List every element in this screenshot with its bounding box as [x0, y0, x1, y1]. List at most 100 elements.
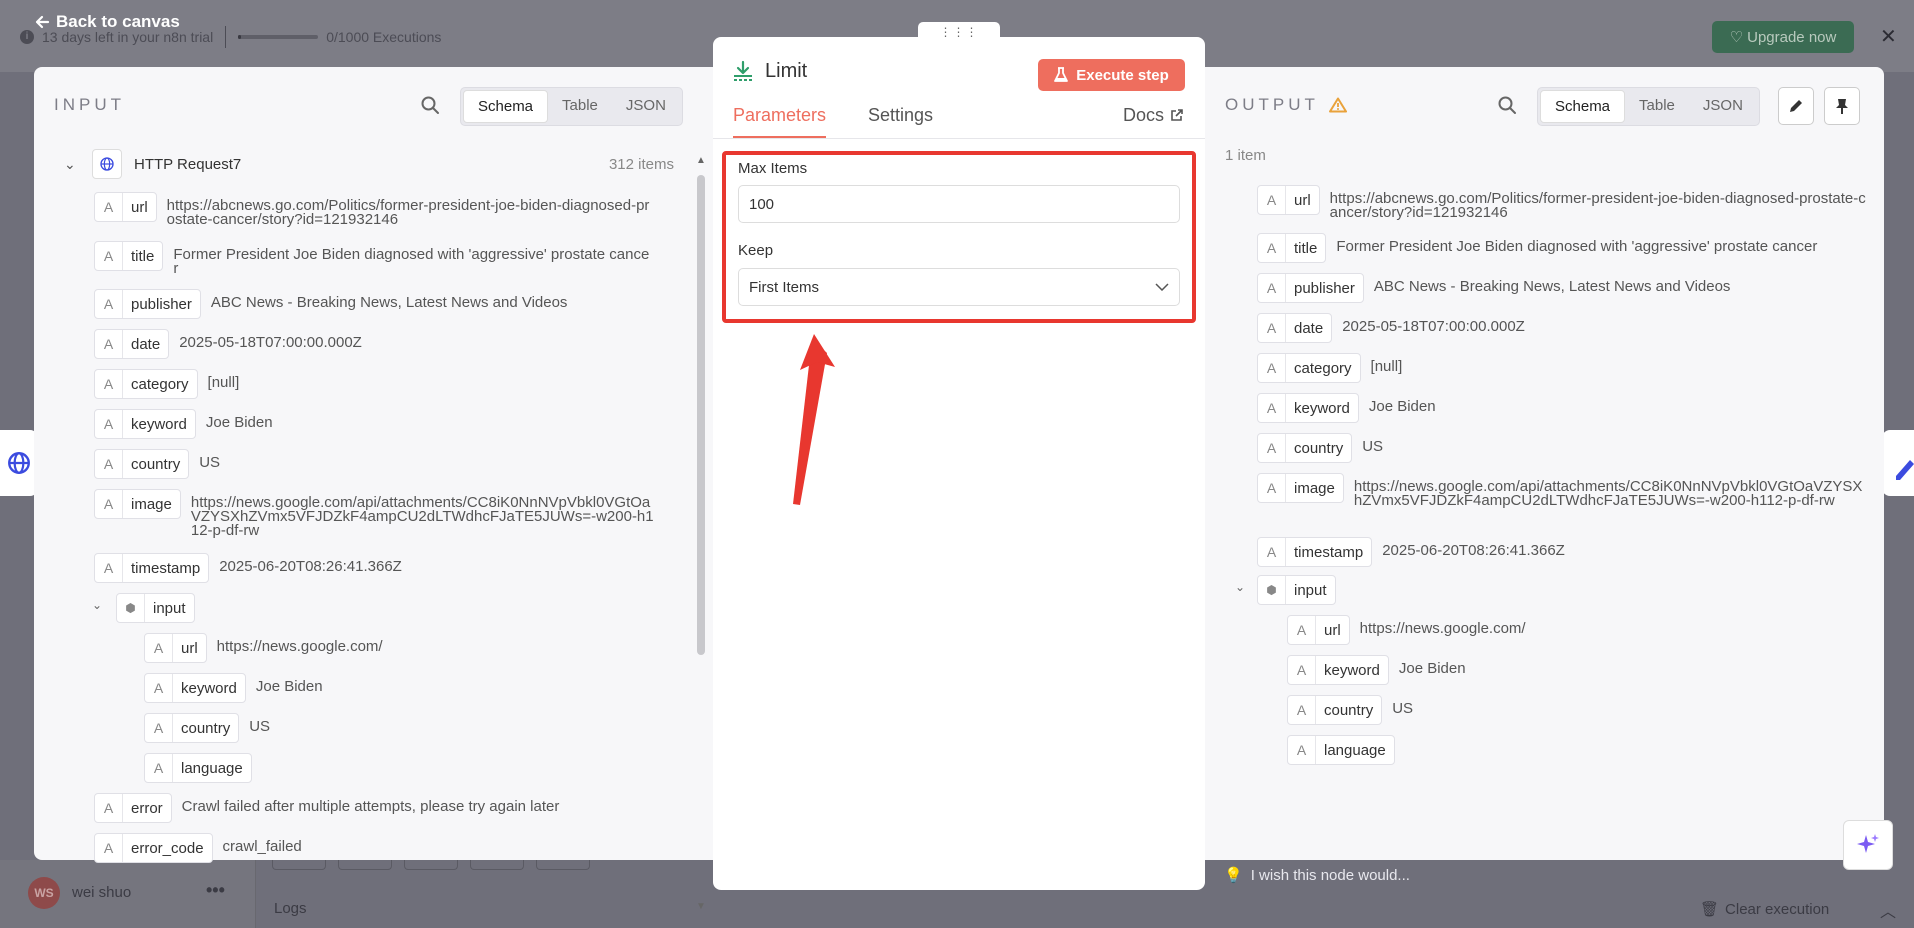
close-icon[interactable]: ✕ — [1880, 24, 1897, 49]
field-pill[interactable]: Adate — [94, 329, 170, 359]
schema-row[interactable]: Akeyword Joe Biden — [94, 409, 654, 439]
output-item-count: 1 item — [1225, 147, 1266, 164]
schema-row[interactable]: Apublisher ABC News - Breaking News, Lat… — [1257, 273, 1867, 303]
field-pill[interactable]: Akeyword — [1257, 393, 1359, 423]
schema-row[interactable]: Atitle Former President Joe Biden diagno… — [94, 241, 654, 276]
field-pill[interactable]: Acountry — [1257, 433, 1353, 463]
schema-row[interactable]: Akeyword Joe Biden — [1287, 655, 1867, 685]
feedback-link[interactable]: 💡 I wish this node would... — [1224, 866, 1410, 885]
schema-row[interactable]: Atimestamp 2025-06-20T08:26:41.366Z — [94, 553, 654, 583]
schema-row[interactable]: Aurl https://abcnews.go.com/Politics/for… — [94, 192, 654, 227]
schema-row[interactable]: Aimage https://news.google.com/api/attac… — [1257, 473, 1867, 508]
back-to-canvas-label: Back to canvas — [56, 12, 180, 31]
back-to-canvas-link[interactable]: Back to canvas — [34, 12, 180, 32]
field-pill[interactable]: Aurl — [1257, 185, 1320, 215]
field-pill[interactable]: Acountry — [144, 713, 240, 743]
field-pill[interactable]: Aurl — [1287, 615, 1350, 645]
field-pill[interactable]: Atitle — [94, 241, 164, 271]
pin-data-button[interactable] — [1824, 87, 1860, 125]
tab-json[interactable]: JSON — [612, 90, 680, 123]
field-pill[interactable]: ⬢ input — [116, 593, 195, 623]
upgrade-button[interactable]: ♡ Upgrade now — [1712, 21, 1854, 53]
edit-output-button[interactable] — [1778, 87, 1814, 125]
schema-row[interactable]: Acategory [null] — [1257, 353, 1867, 383]
schema-row[interactable]: Akeyword Joe Biden — [144, 673, 644, 703]
field-pill[interactable]: Apublisher — [94, 289, 201, 319]
scroll-down-icon[interactable]: ▼ — [695, 901, 707, 912]
input-view-tabs: Schema Table JSON — [460, 87, 683, 126]
field-pill[interactable]: Atimestamp — [1257, 537, 1373, 567]
more-options-icon[interactable]: ••• — [206, 880, 225, 901]
chevron-down-icon[interactable]: ⌄ — [1235, 580, 1245, 594]
field-pill[interactable]: Acountry — [1287, 695, 1383, 725]
field-pill[interactable]: ⬢ input — [1257, 575, 1336, 605]
string-type-icon: A — [95, 410, 123, 438]
tab-table[interactable]: Table — [1625, 90, 1689, 123]
schema-row[interactable]: Acountry US — [1287, 695, 1867, 725]
schema-row[interactable]: Adate 2025-05-18T07:00:00.000Z — [94, 329, 654, 359]
field-pill[interactable]: Apublisher — [1257, 273, 1364, 303]
scrollbar-thumb[interactable] — [697, 175, 705, 655]
schema-row[interactable]: Aimage https://news.google.com/api/attac… — [94, 489, 654, 538]
field-value: US — [199, 454, 221, 471]
search-icon[interactable] — [1497, 95, 1517, 115]
tab-table[interactable]: Table — [548, 90, 612, 123]
object-type-icon: ⬢ — [117, 594, 145, 622]
schema-row[interactable]: Aurl https://news.google.com/ — [144, 633, 644, 663]
string-type-icon: A — [95, 290, 123, 318]
field-pill[interactable]: Aimage — [94, 489, 181, 519]
tab-json[interactable]: JSON — [1689, 90, 1757, 123]
input-scrollbar[interactable]: ▲ ▼ — [695, 155, 707, 912]
field-pill[interactable]: Akeyword — [94, 409, 196, 439]
schema-row[interactable]: Acountry US — [1257, 433, 1867, 463]
tab-schema[interactable]: Schema — [1540, 90, 1626, 123]
field-pill[interactable]: Adate — [1257, 313, 1333, 343]
schema-row[interactable]: Atitle Former President Joe Biden diagno… — [1257, 233, 1867, 263]
separator — [225, 26, 227, 48]
field-pill[interactable]: Atitle — [1257, 233, 1327, 263]
schema-row[interactable]: Akeyword Joe Biden — [1257, 393, 1867, 423]
schema-row[interactable]: Aurl https://news.google.com/ — [1287, 615, 1867, 645]
left-node-globe-icon[interactable] — [0, 430, 38, 496]
schema-row[interactable]: Acountry US — [144, 713, 644, 743]
schema-row[interactable]: Aerror Crawl failed after multiple attem… — [94, 793, 654, 823]
chevron-down-icon[interactable]: ⌄ — [92, 598, 102, 612]
ai-assistant-button[interactable] — [1843, 820, 1893, 870]
search-icon[interactable] — [420, 95, 440, 115]
schema-row[interactable]: Aerror_code crawl_failed — [94, 833, 654, 863]
clear-execution-button[interactable]: 🗑 Clear execution — [1700, 900, 1829, 919]
chevron-up-icon[interactable]: ︿ — [1880, 898, 1896, 922]
field-pill[interactable]: Akeyword — [144, 673, 246, 703]
schema-row[interactable]: Acountry US — [94, 449, 654, 479]
input-node-header[interactable]: ⌄ HTTP Request7 312 items — [64, 148, 674, 180]
globe-icon — [92, 149, 122, 179]
logs-label[interactable]: Logs — [274, 900, 307, 917]
schema-row[interactable]: Atimestamp 2025-06-20T08:26:41.366Z — [1257, 537, 1867, 567]
field-pill[interactable]: Akeyword — [1287, 655, 1389, 685]
schema-row[interactable]: Acategory [null] — [94, 369, 654, 399]
field-pill[interactable]: Aerror_code — [94, 833, 213, 863]
chevron-down-icon[interactable]: ⌄ — [64, 156, 84, 173]
field-pill[interactable]: Acategory — [94, 369, 198, 399]
field-pill[interactable]: Acountry — [94, 449, 190, 479]
schema-row-object[interactable]: ⬢ input — [116, 593, 636, 623]
avatar[interactable]: WS — [28, 877, 60, 909]
field-pill[interactable]: Aimage — [1257, 473, 1344, 503]
right-node-icon[interactable] — [1882, 430, 1914, 496]
schema-row[interactable]: Adate 2025-05-18T07:00:00.000Z — [1257, 313, 1867, 343]
tab-schema[interactable]: Schema — [463, 90, 549, 123]
field-pill[interactable]: Aurl — [144, 633, 207, 663]
schema-row[interactable]: Alanguage — [1287, 735, 1867, 765]
scroll-up-icon[interactable]: ▲ — [695, 155, 707, 166]
field-pill[interactable]: Aurl — [94, 192, 157, 222]
schema-row[interactable]: Alanguage — [144, 753, 644, 783]
field-pill[interactable]: Alanguage — [1287, 735, 1395, 765]
wish-text: I wish this node would... — [1250, 866, 1410, 884]
field-pill[interactable]: Atimestamp — [94, 553, 210, 583]
field-pill[interactable]: Alanguage — [144, 753, 252, 783]
schema-row-object[interactable]: ⬢ input — [1257, 575, 1857, 605]
schema-row[interactable]: Aurl https://abcnews.go.com/Politics/for… — [1257, 185, 1867, 220]
field-pill[interactable]: Acategory — [1257, 353, 1361, 383]
field-pill[interactable]: Aerror — [94, 793, 172, 823]
schema-row[interactable]: Apublisher ABC News - Breaking News, Lat… — [94, 289, 654, 319]
